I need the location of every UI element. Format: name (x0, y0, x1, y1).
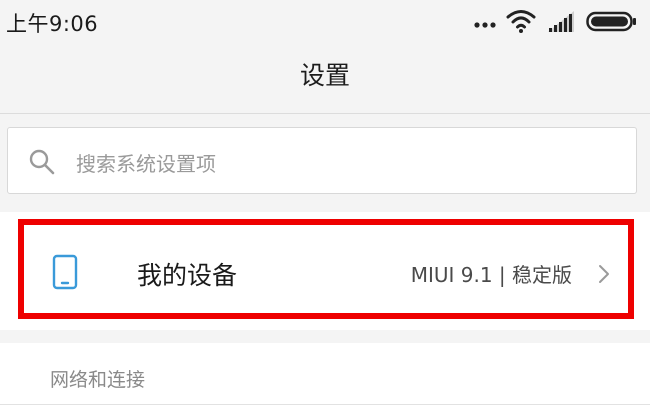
wifi-icon (506, 10, 536, 33)
device-version: MIUI 9.1 | 稳定版 (410, 263, 572, 287)
section-divider (0, 404, 650, 405)
chevron-right-icon (599, 265, 609, 283)
my-device-item[interactable]: 我的设备 MIUI 9.1 | 稳定版 (0, 212, 650, 330)
status-bar: 上午9:06 (0, 0, 650, 44)
phone-icon (52, 254, 78, 290)
signal-icon (548, 11, 574, 32)
page-title: 设置 (299, 61, 350, 90)
status-icons (472, 8, 642, 34)
device-label: 我的设备 (137, 261, 238, 290)
search-icon (29, 149, 55, 175)
search-placeholder: 搜索系统设置项 (76, 152, 216, 176)
more-dots-icon (474, 22, 496, 28)
header-divider (0, 113, 650, 114)
status-time: 上午9:06 (6, 12, 99, 36)
search-input[interactable]: 搜索系统设置项 (7, 127, 637, 194)
section-header-network: 网络和连接 (50, 369, 146, 391)
battery-icon (586, 11, 636, 32)
